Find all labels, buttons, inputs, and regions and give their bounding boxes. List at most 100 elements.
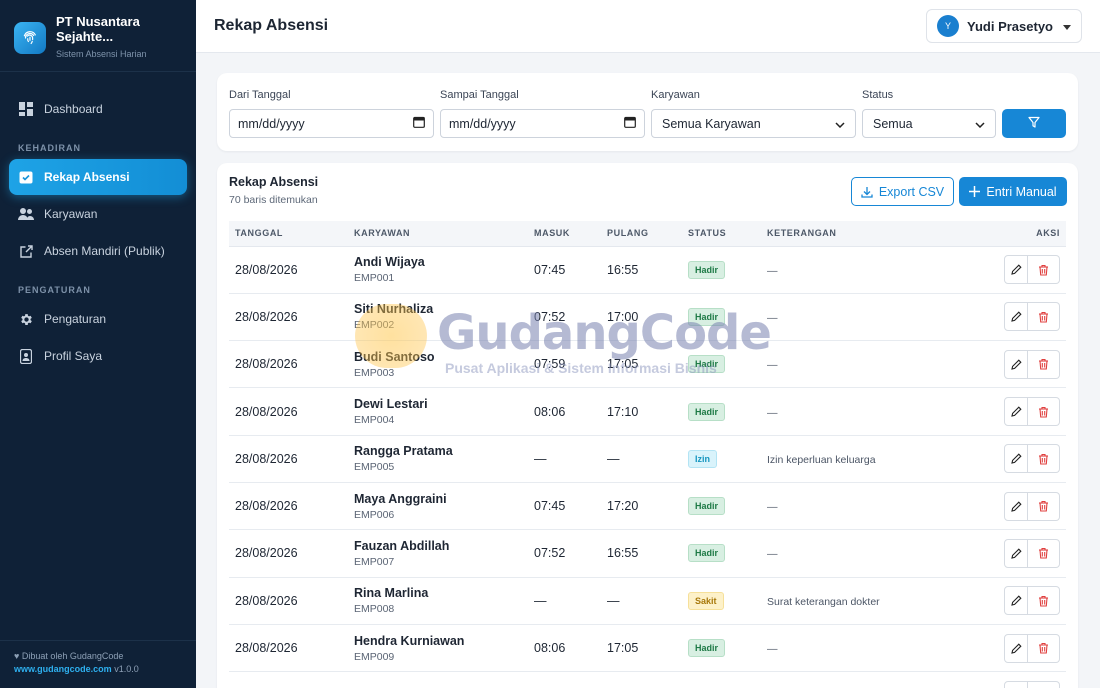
edit-button[interactable] [1004,538,1028,568]
delete-button[interactable] [1028,680,1060,688]
sidebar-item-dashboard[interactable]: Dashboard [9,91,187,127]
delete-button[interactable] [1028,538,1060,568]
sidebar-item-label: Karyawan [44,207,98,221]
cell-karyawan: Fauzan Abdillah EMP007 [348,529,528,578]
plus-icon [969,186,981,197]
cell-tanggal: 28/08/2026 [229,293,348,342]
version-text: v1.0.0 [114,664,139,674]
attendance-table: TANGGAL KARYAWAN MASUK PULANG STATUS KET… [229,221,1066,688]
filter-label: Status [862,89,894,101]
sidebar-nav: Dashboard KEHADIRAN Rekap Absensi Karyaw… [0,72,196,374]
export-csv-button[interactable]: Export CSV [851,177,954,206]
delete-button[interactable] [1028,349,1060,379]
cell-status: Hadir [682,246,761,294]
cell-karyawan: Andi Wijaya EMP001 [348,246,528,294]
col-aksi: AKSI [961,221,1066,247]
sidebar-item-label: Profil Saya [44,349,103,363]
chevron-down-icon [975,117,985,131]
karyawan-select[interactable]: Semua Karyawan [651,109,856,138]
cell-aksi [961,340,1066,389]
status-select[interactable]: Semua [862,109,996,138]
page-title: Rekap Absensi [214,17,329,34]
cell-tanggal: 28/08/2026 [229,387,348,436]
edit-button[interactable] [1004,680,1028,688]
caret-down-icon [1063,17,1071,35]
pencil-icon [1010,406,1022,417]
cell-pulang [601,671,682,688]
trash-icon [1039,264,1048,276]
apply-filter-button[interactable] [1002,109,1066,138]
table-body: 28/08/2026 Andi Wijaya EMP001 07:45 16:55 Had… [229,246,1066,688]
sidebar-item-pengaturan[interactable]: Pengaturan [9,301,187,337]
cell-status [682,671,761,688]
user-menu-button[interactable]: Y Yudi Prasetyo [926,9,1082,43]
delete-button[interactable] [1028,586,1060,616]
cell-keterangan: — [761,387,961,436]
delete-button[interactable] [1028,491,1060,521]
cell-status: Hadir [682,529,761,578]
sidebar-item-absen-mandiri[interactable]: Absen Mandiri (Publik) [9,233,187,269]
edit-button[interactable] [1004,302,1028,332]
filter-sampai-tanggal: Sampai Tanggal mm/dd/yyyy [440,89,645,138]
section-label-pengaturan: PENGATURAN [18,285,91,295]
sidebar-item-label: Pengaturan [44,312,107,326]
entri-manual-button[interactable]: Entri Manual [959,177,1067,206]
edit-button[interactable] [1004,255,1028,285]
status-badge: Sakit [688,591,724,610]
filter-dari-tanggal: Dari Tanggal mm/dd/yyyy [229,89,434,138]
sidebar-item-profil[interactable]: Profil Saya [9,338,187,374]
edit-button[interactable] [1004,491,1028,521]
row-actions [1004,397,1060,427]
delete-button[interactable] [1028,397,1060,427]
trash-icon [1039,501,1048,512]
cell-karyawan: Lia Puspitasari [348,671,528,688]
calendar-icon[interactable] [413,116,425,131]
employee-name: Dewi Lestari [354,397,428,412]
sidebar-item-label: Dashboard [44,102,103,116]
sidebar-item-rekap-absensi[interactable]: Rekap Absensi [9,159,187,195]
status-badge: Hadir [688,260,726,279]
sidebar-item-karyawan[interactable]: Karyawan [9,196,187,232]
sidebar-item-label: Rekap Absensi [44,170,130,184]
edit-button[interactable] [1004,586,1028,616]
gear-icon [18,311,34,327]
edit-button[interactable] [1004,349,1028,379]
chevron-down-icon [835,117,845,131]
dari-tanggal-input[interactable]: mm/dd/yyyy [229,109,434,138]
cell-tanggal: 28/08/2026 [229,577,348,625]
table-row: 28/08/2026 Rangga Pratama EMP005 — — Izin Izin… [229,435,1066,483]
col-tanggal[interactable]: TANGGAL [229,221,348,247]
table-row: 28/08/2026 Siti Nurhaliza EMP002 07:52 17:00… [229,293,1066,342]
website-link[interactable]: www.gudangcode.com [14,664,112,674]
row-actions [1004,302,1060,332]
cell-pulang: 16:55 [601,246,682,294]
col-masuk[interactable]: MASUK [528,221,601,247]
calendar-icon[interactable] [624,116,636,131]
sampai-tanggal-input[interactable]: mm/dd/yyyy [440,109,645,138]
cell-status: Sakit [682,577,761,625]
edit-button[interactable] [1004,444,1028,474]
cell-status: Hadir [682,340,761,389]
employee-id: EMP001 [354,272,395,285]
col-pulang[interactable]: PULANG [601,221,682,247]
employee-name: Hendra Kurniawan [354,633,465,648]
keterangan-text: Surat keterangan dokter [767,595,880,608]
col-status[interactable]: STATUS [682,221,761,247]
cell-masuk: — [528,577,601,625]
delete-button[interactable] [1028,302,1060,332]
delete-button[interactable] [1028,255,1060,285]
keterangan-text: — [767,264,778,277]
delete-button[interactable] [1028,444,1060,474]
employee-id: EMP006 [354,508,395,521]
table-row: 28/08/2026 Rina Marlina EMP008 — — Sakit Surat… [229,577,1066,625]
row-count-text: 70 baris ditemukan [229,194,318,206]
col-keterangan[interactable]: KETERANGAN [761,221,961,247]
cell-keterangan: — [761,246,961,294]
edit-button[interactable] [1004,397,1028,427]
delete-button[interactable] [1028,633,1060,663]
cell-masuk: 07:52 [528,293,601,342]
topbar: Rekap Absensi Y Yudi Prasetyo [196,0,1100,53]
cell-keterangan: — [761,293,961,342]
col-karyawan[interactable]: KARYAWAN [348,221,528,247]
edit-button[interactable] [1004,633,1028,663]
